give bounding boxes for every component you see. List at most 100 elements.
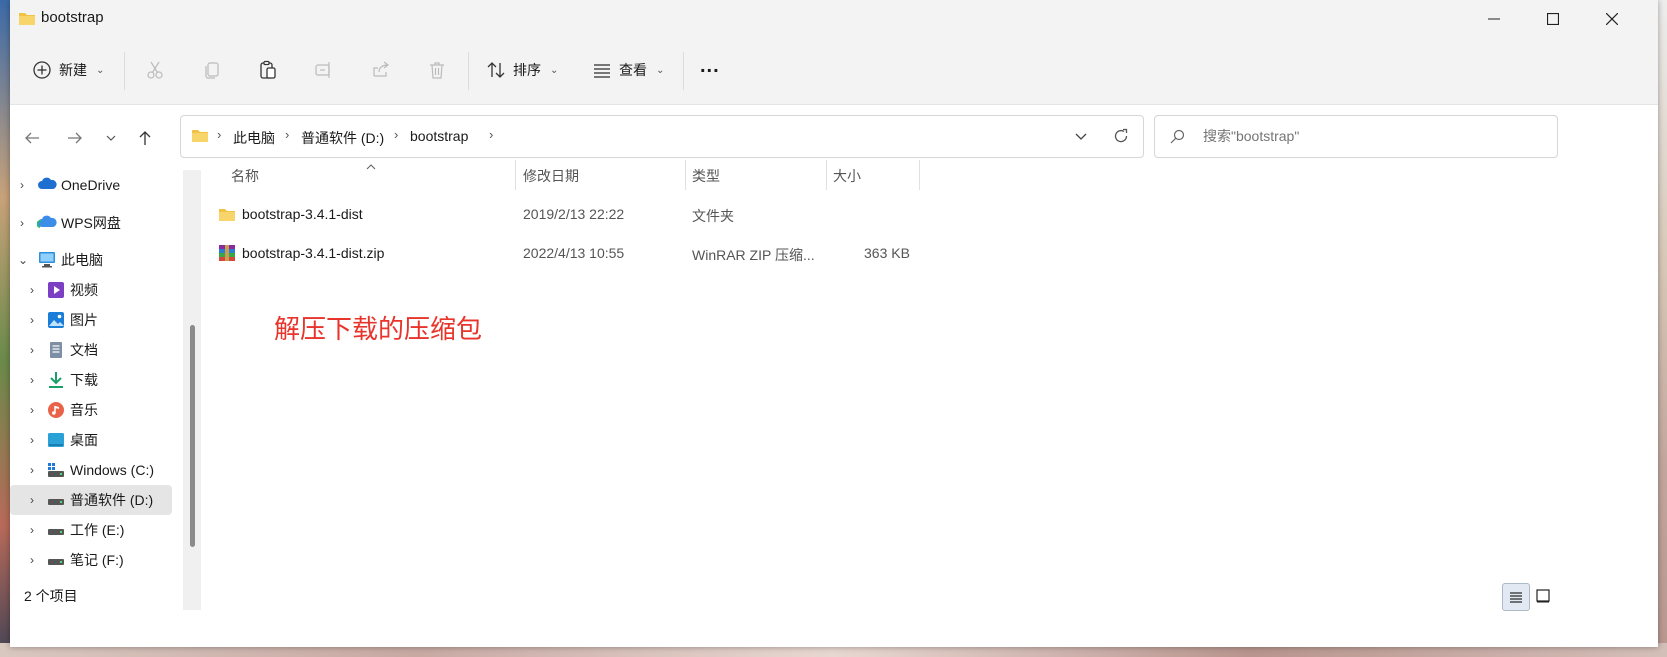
back-button[interactable] xyxy=(18,124,46,152)
chevron-down-icon xyxy=(106,135,116,141)
share-icon xyxy=(373,61,389,77)
cut-button[interactable] xyxy=(141,56,169,84)
forward-button[interactable] xyxy=(61,124,89,152)
sidebar-item-downloads[interactable]: › 下载 xyxy=(10,365,172,395)
minimize-button[interactable] xyxy=(1465,0,1523,38)
toolbar-divider xyxy=(468,52,469,90)
folder-icon xyxy=(218,207,236,225)
breadcrumb-drive-d[interactable]: 普通软件 (D:) xyxy=(301,128,384,148)
scissors-icon xyxy=(147,61,163,79)
sidebar-item-label: 工作 (E:) xyxy=(70,522,125,538)
file-type: WinRAR ZIP 压缩... xyxy=(692,247,815,263)
column-header-type[interactable]: 类型 xyxy=(692,166,720,190)
sidebar-item-this-pc[interactable]: ⌄ 此电脑 xyxy=(10,245,172,275)
column-header-size[interactable]: 大小 xyxy=(833,166,861,190)
sidebar-item-label: 音乐 xyxy=(70,402,98,418)
sidebar-item-desktop[interactable]: › 桌面 xyxy=(10,425,172,455)
maximize-button[interactable] xyxy=(1524,0,1582,38)
desktop-background-right xyxy=(1657,0,1667,657)
computer-icon xyxy=(38,251,56,269)
new-label: 新建 xyxy=(59,62,87,78)
sidebar-item-onedrive[interactable]: › OneDrive xyxy=(10,170,172,200)
paste-button[interactable] xyxy=(254,56,282,84)
file-row[interactable]: bootstrap-3.4.1-dist 2019/2/13 22:22 文件夹 xyxy=(215,200,935,230)
sidebar-item-label: 桌面 xyxy=(70,432,98,448)
close-button[interactable] xyxy=(1583,0,1641,38)
search-input[interactable] xyxy=(1201,127,1535,145)
sidebar-item-drive-f[interactable]: › 笔记 (F:) xyxy=(10,545,172,575)
sidebar-item-label: 笔记 (F:) xyxy=(70,552,124,568)
video-icon xyxy=(47,281,65,299)
up-button[interactable] xyxy=(131,124,159,152)
sidebar-scrollbar-thumb[interactable] xyxy=(190,325,195,547)
sort-ascending-indicator xyxy=(366,157,376,175)
drive-c-icon xyxy=(47,461,65,479)
chevron-right-icon: › xyxy=(30,283,34,297)
refresh-button[interactable] xyxy=(1113,128,1129,149)
list-view-icon xyxy=(594,64,610,78)
sidebar-item-documents[interactable]: › 文档 xyxy=(10,335,172,365)
copy-button[interactable] xyxy=(198,56,226,84)
drive-icon xyxy=(47,491,65,509)
refresh-icon xyxy=(1114,128,1128,143)
desktop-icon xyxy=(47,432,65,450)
file-name: bootstrap-3.4.1-dist xyxy=(242,206,363,222)
delete-button[interactable] xyxy=(423,56,451,84)
command-bar: 新建 ⌄ 排序 ⌄ 查看 ⌄ ... xyxy=(10,38,1658,105)
details-view-icon xyxy=(1510,592,1522,603)
rename-button[interactable] xyxy=(310,56,338,84)
view-button[interactable]: 查看 ⌄ xyxy=(592,52,664,88)
desktop-background-left xyxy=(0,0,10,657)
breadcrumb-this-pc[interactable]: 此电脑 xyxy=(233,128,275,148)
sort-button[interactable]: 排序 ⌄ xyxy=(486,52,558,88)
search-box[interactable] xyxy=(1154,115,1558,158)
file-explorer-window: bootstrap 新建 ⌄ 排序 ⌄ 查看 ⌄ ... › 此电脑 › 普通软… xyxy=(10,0,1658,647)
more-options-button[interactable]: ... xyxy=(700,52,720,88)
chevron-right-icon: › xyxy=(30,463,34,477)
chevron-right-icon: › xyxy=(30,403,34,417)
arrow-left-icon xyxy=(25,132,39,144)
sidebar-item-music[interactable]: › 音乐 xyxy=(10,395,172,425)
more-options-icon: ... xyxy=(700,54,720,77)
copy-icon xyxy=(205,62,219,79)
share-button[interactable] xyxy=(367,56,395,84)
clipboard-icon xyxy=(260,60,276,79)
file-size: 363 KB xyxy=(864,245,910,261)
column-header-modified[interactable]: 修改日期 xyxy=(523,166,579,190)
chevron-down-icon: ⌄ xyxy=(550,64,559,76)
thumbnail-view-button[interactable] xyxy=(1530,583,1556,609)
search-icon xyxy=(1169,129,1185,150)
onedrive-icon xyxy=(37,177,57,195)
sidebar-item-label: 图片 xyxy=(70,312,98,328)
recent-locations-button[interactable] xyxy=(97,124,125,152)
column-divider[interactable] xyxy=(919,160,920,190)
chevron-down-icon: ⌄ xyxy=(96,64,105,76)
wps-cloud-icon xyxy=(36,215,57,233)
drive-icon xyxy=(47,551,65,569)
winrar-archive-icon xyxy=(218,244,236,265)
column-divider[interactable] xyxy=(515,160,516,190)
sidebar-item-wps-cloud[interactable]: › WPS网盘 xyxy=(10,208,172,238)
chevron-right-icon: › xyxy=(217,127,222,142)
address-bar[interactable]: › 此电脑 › 普通软件 (D:) › bootstrap › xyxy=(180,115,1144,158)
sidebar-item-drive-e[interactable]: › 工作 (E:) xyxy=(10,515,172,545)
chevron-right-icon: › xyxy=(20,216,24,230)
column-divider[interactable] xyxy=(685,160,686,190)
details-view-button[interactable] xyxy=(1502,583,1530,611)
new-button[interactable]: 新建 ⌄ xyxy=(32,52,104,88)
column-header-name[interactable]: 名称 xyxy=(231,166,259,190)
column-divider[interactable] xyxy=(826,160,827,190)
sidebar-item-drive-d[interactable]: › 普通软件 (D:) xyxy=(10,485,172,515)
chevron-right-icon: › xyxy=(285,127,290,142)
breadcrumb-bootstrap[interactable]: bootstrap xyxy=(410,128,468,144)
address-dropdown-button[interactable] xyxy=(1074,129,1088,148)
sidebar-item-pictures[interactable]: › 图片 xyxy=(10,305,172,335)
chevron-down-icon: ⌄ xyxy=(656,64,665,76)
sidebar-item-drive-c[interactable]: › Windows (C:) xyxy=(10,455,172,485)
chevron-right-icon: › xyxy=(394,127,399,142)
folder-icon xyxy=(191,128,209,148)
view-label: 查看 xyxy=(619,62,647,78)
file-row[interactable]: bootstrap-3.4.1-dist.zip 2022/4/13 10:55… xyxy=(215,239,935,269)
sidebar-item-videos[interactable]: › 视频 xyxy=(10,275,172,305)
plus-circle-icon xyxy=(33,61,51,79)
